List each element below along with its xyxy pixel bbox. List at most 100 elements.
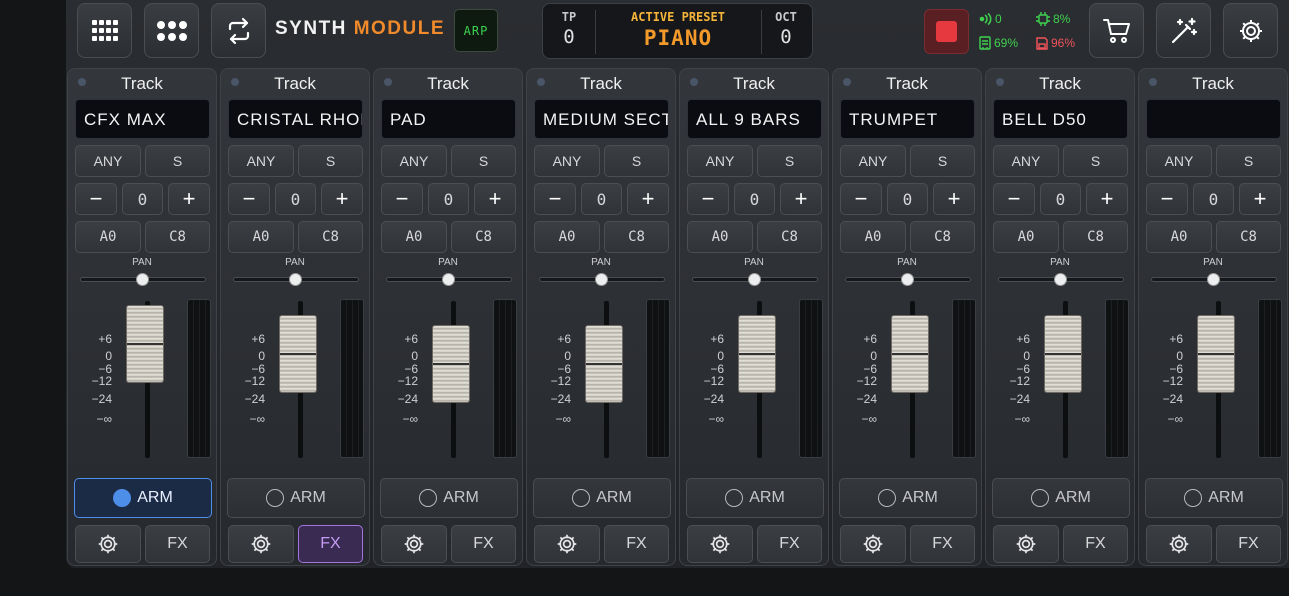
fx-button[interactable]: FX — [451, 525, 516, 563]
high-key-button[interactable]: C8 — [298, 221, 363, 253]
arm-button[interactable]: ARM — [992, 478, 1130, 518]
transpose-minus-button[interactable]: − — [1146, 183, 1188, 215]
midi-channel-button[interactable]: ANY — [534, 145, 600, 177]
track-settings-button[interactable] — [840, 525, 906, 563]
track-name-field[interactable]: BELL D50 — [993, 99, 1128, 139]
transpose-minus-button[interactable]: − — [840, 183, 882, 215]
transpose-minus-button[interactable]: − — [75, 183, 117, 215]
pan-knob[interactable] — [901, 273, 914, 286]
track-settings-button[interactable] — [228, 525, 294, 563]
track-name-field[interactable]: CFX MAX — [75, 99, 210, 139]
arm-button[interactable]: ARM — [227, 478, 365, 518]
low-key-button[interactable]: A0 — [993, 221, 1059, 253]
high-key-button[interactable]: C8 — [757, 221, 822, 253]
fx-button[interactable]: FX — [1216, 525, 1281, 563]
transpose-minus-button[interactable]: − — [381, 183, 423, 215]
low-key-button[interactable]: A0 — [75, 221, 141, 253]
transpose-plus-button[interactable]: + — [321, 183, 363, 215]
volume-fader-handle[interactable] — [585, 324, 623, 403]
transpose-plus-button[interactable]: + — [627, 183, 669, 215]
track-name-field[interactable] — [1146, 99, 1281, 139]
midi-channel-button[interactable]: ANY — [75, 145, 141, 177]
solo-button[interactable]: S — [1063, 145, 1128, 177]
volume-fader-handle[interactable] — [738, 315, 776, 394]
low-key-button[interactable]: A0 — [228, 221, 294, 253]
low-key-button[interactable]: A0 — [840, 221, 906, 253]
arm-button[interactable]: ARM — [380, 478, 518, 518]
midi-channel-button[interactable]: ANY — [993, 145, 1059, 177]
track-name-field[interactable]: ALL 9 BARS — [687, 99, 822, 139]
arm-button[interactable]: ARM — [839, 478, 977, 518]
pan-knob[interactable] — [748, 273, 761, 286]
midi-channel-button[interactable]: ANY — [228, 145, 294, 177]
high-key-button[interactable]: C8 — [451, 221, 516, 253]
midi-channel-button[interactable]: ANY — [687, 145, 753, 177]
midi-channel-button[interactable]: ANY — [1146, 145, 1212, 177]
solo-button[interactable]: S — [298, 145, 363, 177]
arm-button[interactable]: ARM — [533, 478, 671, 518]
transpose-plus-button[interactable]: + — [1239, 183, 1281, 215]
solo-button[interactable]: S — [757, 145, 822, 177]
transpose-minus-button[interactable]: − — [993, 183, 1035, 215]
low-key-button[interactable]: A0 — [534, 221, 600, 253]
fx-button[interactable]: FX — [1063, 525, 1128, 563]
transpose-minus-button[interactable]: − — [534, 183, 576, 215]
midi-channel-button[interactable]: ANY — [381, 145, 447, 177]
settings-button[interactable] — [1223, 3, 1278, 58]
transpose-minus-button[interactable]: − — [228, 183, 270, 215]
volume-fader-handle[interactable] — [1044, 315, 1082, 394]
arm-button[interactable]: ARM — [74, 478, 212, 518]
pan-knob[interactable] — [1054, 273, 1067, 286]
magic-button[interactable] — [1156, 3, 1211, 58]
fx-button[interactable]: FX — [604, 525, 669, 563]
volume-fader-handle[interactable] — [126, 305, 164, 384]
track-settings-button[interactable] — [75, 525, 141, 563]
track-settings-button[interactable] — [381, 525, 447, 563]
track-settings-button[interactable] — [534, 525, 600, 563]
pan-knob[interactable] — [136, 273, 149, 286]
stop-button[interactable] — [924, 9, 969, 54]
volume-fader-handle[interactable] — [279, 315, 317, 394]
volume-fader-handle[interactable] — [432, 324, 470, 403]
pan-knob[interactable] — [442, 273, 455, 286]
track-name-field[interactable]: CRISTAL RHODES — [228, 99, 363, 139]
transpose-plus-button[interactable]: + — [1086, 183, 1128, 215]
low-key-button[interactable]: A0 — [1146, 221, 1212, 253]
arp-button[interactable]: ARP — [454, 9, 498, 52]
fx-button[interactable]: FX — [145, 525, 210, 563]
solo-button[interactable]: S — [451, 145, 516, 177]
high-key-button[interactable]: C8 — [1216, 221, 1281, 253]
solo-button[interactable]: S — [604, 145, 669, 177]
fx-button[interactable]: FX — [757, 525, 822, 563]
solo-button[interactable]: S — [1216, 145, 1281, 177]
fx-button[interactable]: FX — [910, 525, 975, 563]
volume-fader-handle[interactable] — [1197, 315, 1235, 394]
transpose-plus-button[interactable]: + — [780, 183, 822, 215]
arm-button[interactable]: ARM — [1145, 478, 1283, 518]
loop-button[interactable] — [211, 3, 266, 58]
track-name-field[interactable]: MEDIUM SECTION — [534, 99, 669, 139]
track-settings-button[interactable] — [687, 525, 753, 563]
transpose-minus-button[interactable]: − — [687, 183, 729, 215]
pan-knob[interactable] — [1207, 273, 1220, 286]
transpose-plus-button[interactable]: + — [474, 183, 516, 215]
track-name-field[interactable]: PAD — [381, 99, 516, 139]
solo-button[interactable]: S — [910, 145, 975, 177]
pan-knob[interactable] — [289, 273, 302, 286]
high-key-button[interactable]: C8 — [1063, 221, 1128, 253]
arm-button[interactable]: ARM — [686, 478, 824, 518]
low-key-button[interactable]: A0 — [687, 221, 753, 253]
fx-button[interactable]: FX — [298, 525, 363, 563]
volume-fader-handle[interactable] — [891, 315, 929, 394]
grid-view-button[interactable] — [77, 3, 132, 58]
low-key-button[interactable]: A0 — [381, 221, 447, 253]
transpose-plus-button[interactable]: + — [168, 183, 210, 215]
transpose-plus-button[interactable]: + — [933, 183, 975, 215]
high-key-button[interactable]: C8 — [910, 221, 975, 253]
high-key-button[interactable]: C8 — [604, 221, 669, 253]
track-name-field[interactable]: TRUMPET — [840, 99, 975, 139]
track-settings-button[interactable] — [1146, 525, 1212, 563]
pads-view-button[interactable] — [144, 3, 199, 58]
track-settings-button[interactable] — [993, 525, 1059, 563]
high-key-button[interactable]: C8 — [145, 221, 210, 253]
